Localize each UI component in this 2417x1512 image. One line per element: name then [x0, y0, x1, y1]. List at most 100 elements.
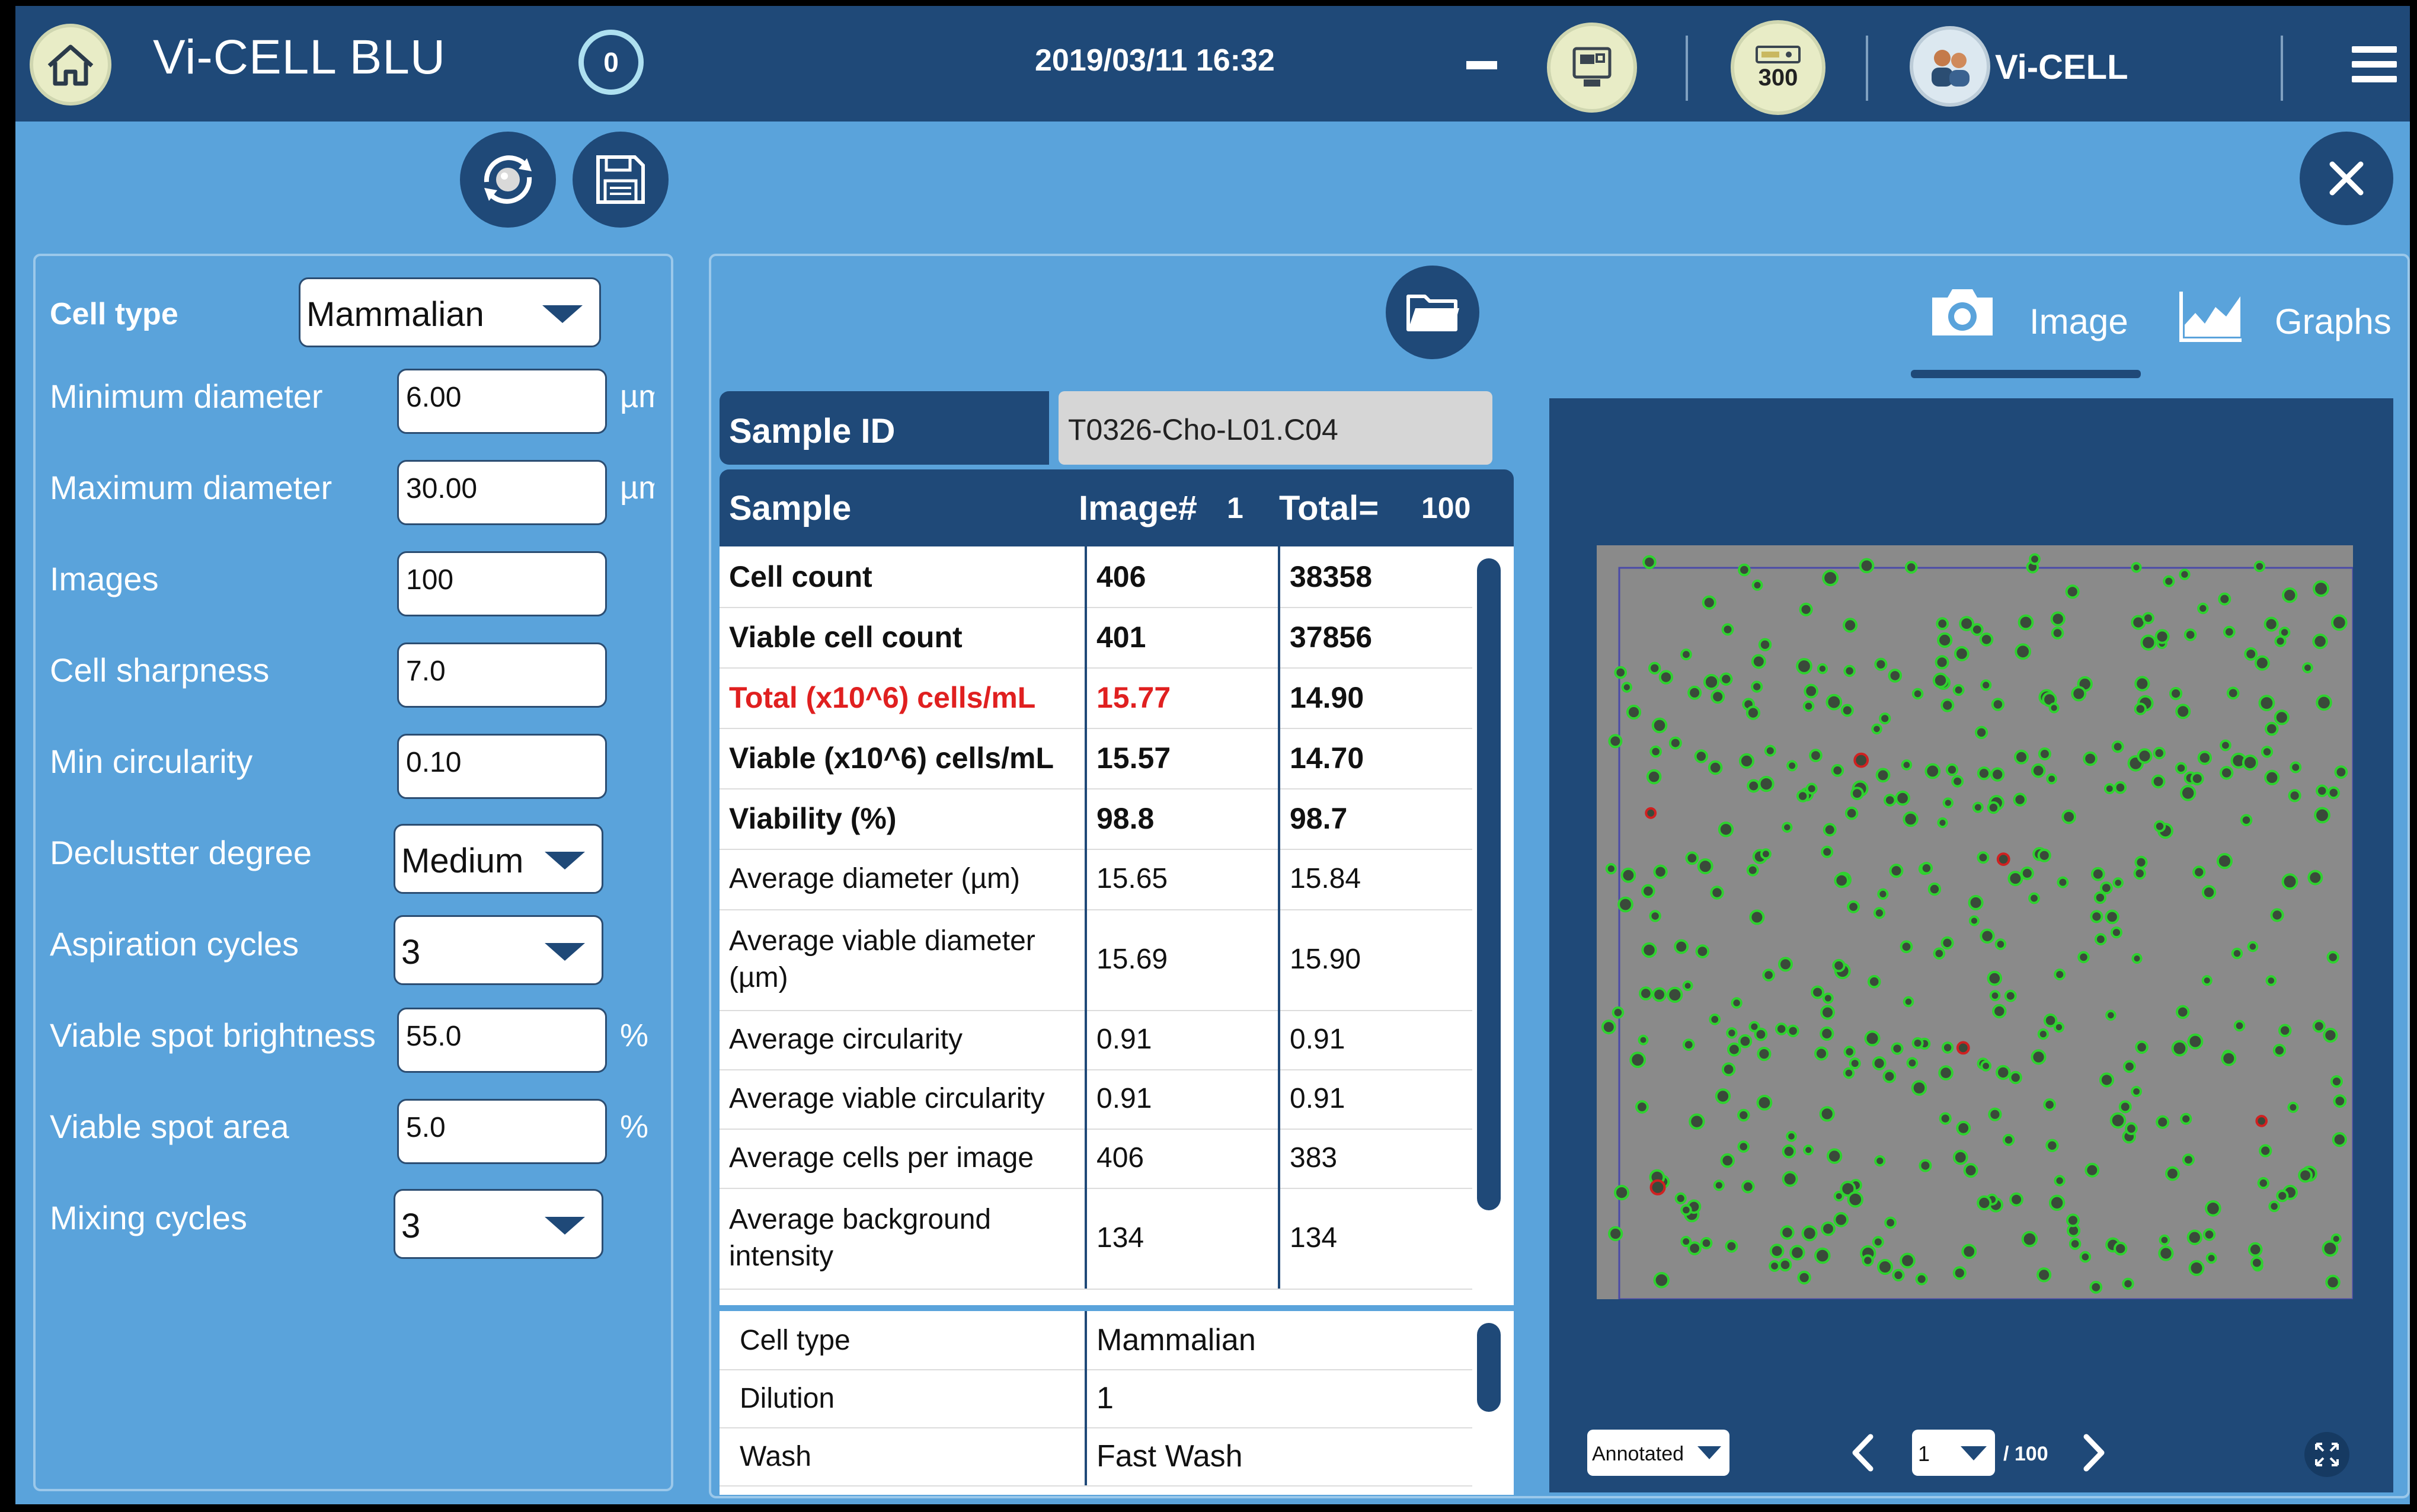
cell-marker: [2031, 1049, 2047, 1065]
reagent-pack-icon: [1756, 45, 1801, 63]
info-scrollbar[interactable]: [1477, 1323, 1501, 1412]
cell-marker: [1980, 679, 1992, 691]
cell-marker: [2226, 686, 2240, 700]
cell-marker: [2037, 848, 2051, 862]
table-row: Average viable circularity 0.91 0.91: [720, 1069, 1472, 1130]
cell-marker: [1653, 864, 1668, 879]
cell-marker: [2201, 975, 2213, 986]
user-name[interactable]: Vi-CELL: [1995, 47, 2128, 87]
image-page-value: 1: [1918, 1441, 1930, 1466]
home-button[interactable]: [30, 24, 111, 106]
close-button[interactable]: [2300, 132, 2393, 225]
cell-marker: [1786, 1024, 1799, 1037]
mixing-cycles-value: 3: [401, 1207, 421, 1245]
cell-marker: [2278, 1024, 2292, 1037]
annotation-mode-select[interactable]: Annotated: [1587, 1430, 1729, 1476]
cell-marker: [2250, 1256, 2263, 1270]
decluster-degree-label: Declustter degree: [50, 834, 312, 871]
cell-marker: [1751, 654, 1766, 669]
cell-marker: [2099, 1072, 2115, 1088]
tab-image-label: Image: [2029, 302, 2128, 341]
cell-marker: [1635, 1100, 1649, 1114]
cell-marker: [1853, 752, 1869, 768]
cell-marker: [2131, 562, 2142, 573]
microscopy-image[interactable]: [1597, 545, 2353, 1299]
cell-marker: [2187, 1033, 2204, 1050]
aspiration-cycles-select[interactable]: 3: [394, 915, 603, 985]
min-diameter-input[interactable]: 6.00: [397, 369, 607, 434]
cell-marker: [1832, 958, 1846, 973]
cell-marker: [1820, 1005, 1835, 1020]
image-number-value: 1: [1227, 491, 1243, 525]
results-scrollbar[interactable]: [1477, 558, 1501, 1210]
menu-button[interactable]: [2352, 46, 2397, 91]
cell-type-select[interactable]: Mammalian: [299, 277, 601, 347]
save-button[interactable]: [573, 132, 669, 228]
cell-marker: [1703, 674, 1720, 691]
cell-marker: [2093, 891, 2107, 904]
previous-image-button[interactable]: [1846, 1432, 1881, 1473]
cell-marker: [1613, 1185, 1630, 1201]
viable-spot-area-input[interactable]: 5.0: [397, 1099, 607, 1164]
total-images-value: 100: [1421, 491, 1471, 525]
image-page-select[interactable]: 1: [1912, 1430, 1995, 1476]
cell-marker: [2330, 614, 2348, 631]
table-row: Average diameter (µm) 15.65 15.84: [720, 849, 1472, 910]
minimize-button[interactable]: [1466, 61, 1497, 69]
cell-marker: [1741, 1179, 1755, 1194]
queue-count-badge[interactable]: 0: [578, 30, 644, 95]
cell-marker: [2218, 592, 2231, 606]
decluster-degree-select[interactable]: Medium: [394, 824, 603, 894]
min-circularity-input[interactable]: 0.10: [397, 734, 607, 799]
images-input[interactable]: 100: [397, 551, 607, 616]
top-header: Vi-CELL BLU 0 2019/03/11 16:32 300 Vi-CE…: [15, 6, 2410, 122]
cell-marker: [1721, 1062, 1736, 1076]
cell-marker: [1694, 749, 1709, 763]
result-image-value: 406: [1087, 1129, 1280, 1188]
cell-marker: [1720, 1153, 1735, 1168]
header-divider: [1866, 36, 1868, 101]
cell-marker: [1903, 996, 1914, 1008]
max-diameter-input[interactable]: 30.00: [397, 460, 607, 525]
cell-marker: [1764, 744, 1776, 757]
cell-marker: [1646, 769, 1662, 785]
user-avatar[interactable]: [1910, 26, 1990, 107]
reagent-status-button[interactable]: 300: [1731, 20, 1825, 115]
cell-marker: [2247, 1242, 2263, 1257]
cell-marker: [1758, 776, 1775, 792]
cell-marker: [2142, 612, 2154, 625]
cell-marker: [1682, 980, 1693, 992]
fullscreen-button[interactable]: [2304, 1432, 2349, 1477]
mixing-cycles-select[interactable]: 3: [394, 1189, 603, 1259]
cell-marker: [1685, 851, 1699, 865]
total-label: Total=: [1279, 489, 1379, 528]
carousel-status-button[interactable]: [1547, 23, 1637, 113]
cell-sharpness-input[interactable]: 7.0: [397, 642, 607, 708]
cell-marker: [1721, 623, 1734, 636]
reanalyze-button[interactable]: [460, 132, 556, 228]
cell-marker: [1695, 944, 1710, 958]
cell-marker: [1977, 851, 1990, 864]
cell-marker: [1709, 1014, 1721, 1025]
cell-marker: [1977, 1195, 1992, 1211]
cell-marker: [1941, 1041, 1954, 1054]
cell-marker: [2325, 1274, 2341, 1290]
annotation-mode-value: Annotated: [1592, 1443, 1684, 1465]
cell-marker: [2192, 865, 2206, 879]
cell-marker: [1920, 862, 1933, 875]
home-icon: [47, 44, 94, 86]
open-folder-button[interactable]: [1386, 266, 1479, 359]
next-image-button[interactable]: [2076, 1432, 2111, 1473]
cell-marker: [2018, 614, 2034, 631]
cell-marker: [2079, 1251, 2092, 1263]
result-label: Viable cell count: [720, 607, 1087, 667]
cell-marker: [1737, 1140, 1750, 1153]
result-label: Viability (%): [720, 788, 1087, 849]
result-label: Average background intensity: [720, 1188, 1087, 1289]
cell-marker: [2183, 628, 2197, 641]
cell-marker: [2133, 867, 2146, 880]
viable-spot-brightness-input[interactable]: 55.0: [397, 1008, 607, 1073]
cell-marker: [1799, 602, 1813, 616]
result-label: Average viable circularity: [720, 1069, 1087, 1129]
cell-marker: [1961, 1244, 1977, 1260]
